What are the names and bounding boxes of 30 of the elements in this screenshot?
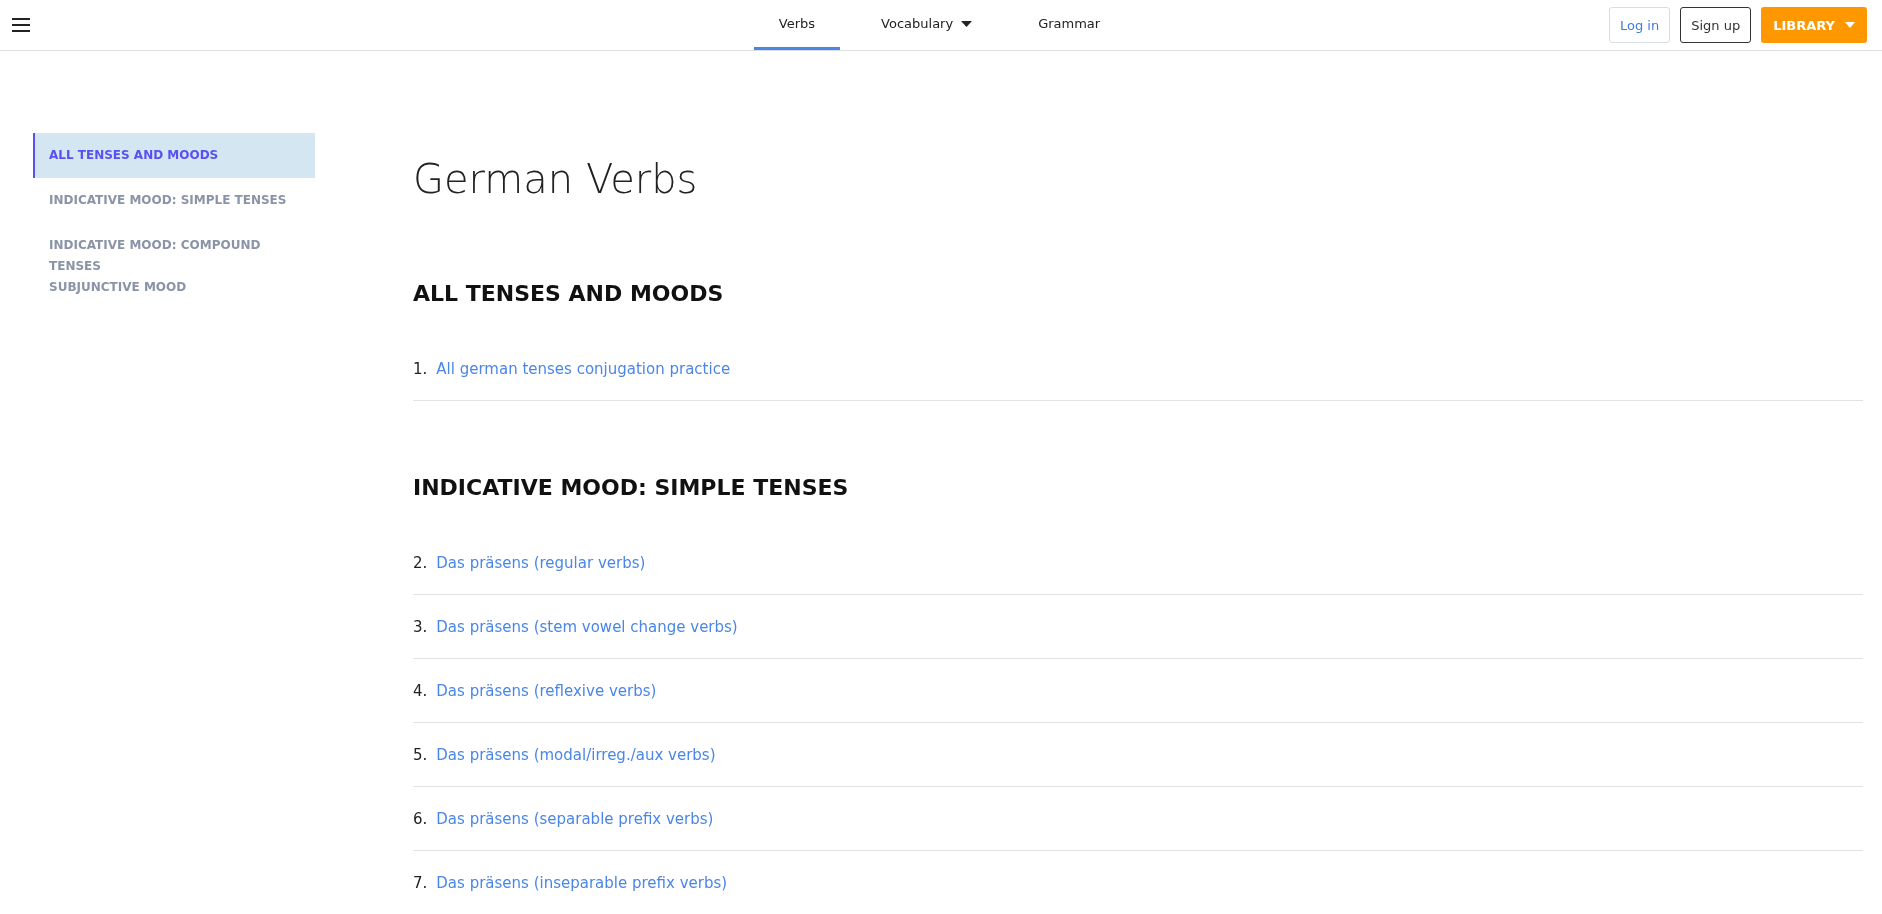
nav-tab[interactable]: Vocabulary (856, 0, 998, 50)
item-number: 4. (413, 681, 428, 700)
sidebar-item[interactable]: INDICATIVE MOOD: SIMPLE TENSES (33, 178, 315, 223)
menu-icon[interactable] (12, 18, 30, 32)
sidebar-item[interactable]: ALL TENSES AND MOODS (33, 133, 315, 178)
section-heading: ALL TENSES AND MOODS (413, 280, 725, 308)
item-number: 1. (413, 359, 428, 378)
sidebar-item[interactable]: INDICATIVE MOOD: COMPOUND TENSES (33, 223, 315, 277)
item-number: 2. (413, 553, 428, 572)
sidebar-item[interactable]: SUBJUNCTIVE MOOD (33, 277, 315, 310)
exercise-link[interactable]: Das präsens (regular verbs) (436, 553, 646, 572)
item-number: 7. (413, 873, 428, 892)
library-button[interactable]: LIBRARY (1761, 7, 1867, 43)
item-number: 5. (413, 745, 428, 764)
item-number: 3. (413, 617, 428, 636)
section-heading: INDICATIVE MOOD: SIMPLE TENSES (413, 474, 850, 502)
exercise-link[interactable]: Das präsens (inseparable prefix verbs) (436, 873, 728, 892)
nav-tab[interactable]: Grammar (1013, 0, 1126, 50)
exercise-link[interactable]: Das präsens (reflexive verbs) (436, 681, 657, 700)
page-title: German Verbs (413, 155, 699, 203)
caret-icon (1845, 22, 1855, 28)
exercise-link[interactable]: Das präsens (stem vowel change verbs) (436, 617, 738, 636)
caret-icon (961, 20, 973, 27)
exercise-link[interactable]: Das präsens (separable prefix verbs) (436, 809, 714, 828)
nav-tab[interactable]: Verbs (753, 0, 841, 50)
exercise-link[interactable]: All german tenses conjugation practice (436, 359, 731, 378)
item-number: 6. (413, 809, 428, 828)
signup-button[interactable]: Sign up (1680, 7, 1752, 43)
exercise-link[interactable]: Das präsens (modal/irreg./aux verbs) (436, 745, 716, 764)
login-button[interactable]: Log in (1609, 7, 1671, 43)
